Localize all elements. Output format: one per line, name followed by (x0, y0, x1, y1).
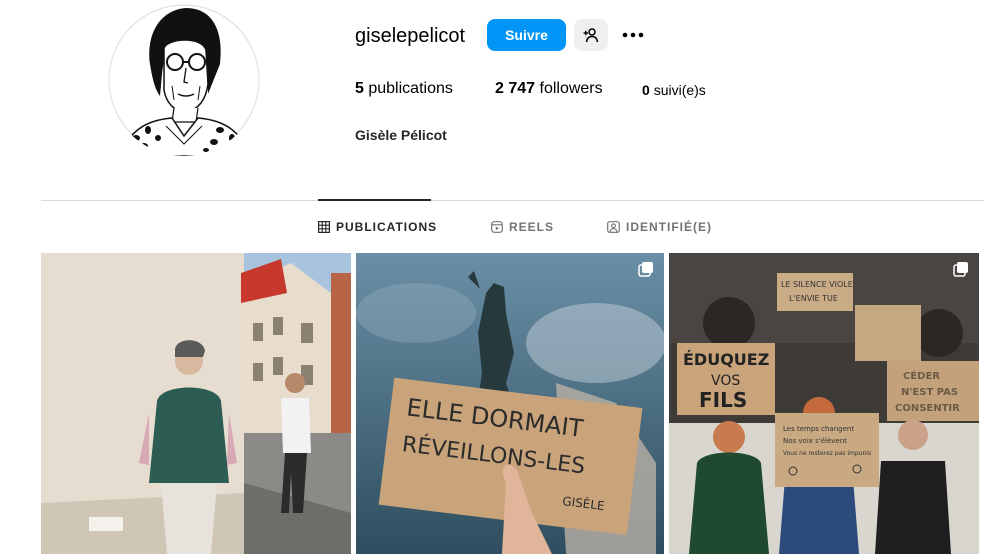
following-stat[interactable]: 0 suivi(e)s (642, 82, 706, 98)
sign-consentir: CONSENTIR (895, 403, 960, 414)
tab-reels[interactable]: REELS (491, 220, 554, 234)
post-image-street-art (41, 253, 351, 554)
publications-label: publications (368, 80, 453, 97)
tab-publications[interactable]: PUBLICATIONS (318, 220, 437, 234)
followers-count: 2 747 (495, 80, 536, 97)
sign-fils: FILS (699, 388, 747, 412)
tagged-icon (607, 221, 620, 233)
publications-count: 5 (355, 80, 364, 97)
sign-envie: L'ENVIE TUE (789, 294, 838, 303)
sign-nest-pas: N'EST PAS (901, 387, 958, 398)
sign-eduquez: ÉDUQUEZ (683, 350, 769, 369)
followers-stat[interactable]: 2 747 followers (495, 80, 603, 98)
carousel-icon (638, 262, 653, 277)
reels-icon (491, 221, 503, 233)
sign-impunis: Vous ne resterez pas impunis (783, 450, 871, 457)
post-image-protesters: LE SILENCE VIOLE L'ENVIE TUE ÉDUQUEZ VOS… (669, 253, 979, 554)
sign-silence: LE SILENCE VIOLE (781, 280, 853, 289)
tab-tagged-label: IDENTIFIÉ(E) (626, 220, 712, 234)
post-thumbnail[interactable]: LE SILENCE VIOLE L'ENVIE TUE ÉDUQUEZ VOS… (669, 253, 979, 554)
more-horizontal-icon (622, 32, 644, 38)
display-name: Gisèle Pélicot (355, 127, 447, 143)
carousel-icon (953, 262, 968, 277)
following-label: suivi(e)s (653, 82, 706, 98)
post-thumbnail[interactable] (41, 253, 351, 554)
followers-label: followers (539, 80, 603, 97)
tab-publications-label: PUBLICATIONS (336, 220, 438, 234)
publications-stat: 5 publications (355, 80, 453, 98)
post-image-protest-sign: ELLE DORMAIT RÉVEILLONS-LES GISÈLE (356, 253, 664, 554)
avatar-illustration (108, 4, 260, 156)
tabs-divider (41, 200, 984, 201)
active-tab-indicator (318, 199, 431, 201)
profile-avatar[interactable] (108, 4, 260, 156)
follow-button[interactable]: Suivre (487, 19, 566, 51)
more-options-button[interactable] (621, 24, 645, 46)
tab-tagged[interactable]: IDENTIFIÉ(E) (607, 220, 712, 234)
username: giselepelicot (355, 25, 466, 47)
post-thumbnail[interactable]: ELLE DORMAIT RÉVEILLONS-LES GISÈLE (356, 253, 664, 554)
person-plus-icon (583, 28, 599, 43)
suggested-accounts-button[interactable] (574, 19, 608, 51)
following-count: 0 (642, 82, 650, 98)
sign-ceder: CÉDER (903, 369, 940, 382)
sign-temps: Les temps changent (783, 425, 854, 433)
tab-reels-label: REELS (509, 220, 555, 234)
sign-voix: Nos voix s'élèvent (783, 437, 847, 445)
grid-icon (318, 221, 330, 233)
sign-vos: VOS (711, 373, 740, 389)
